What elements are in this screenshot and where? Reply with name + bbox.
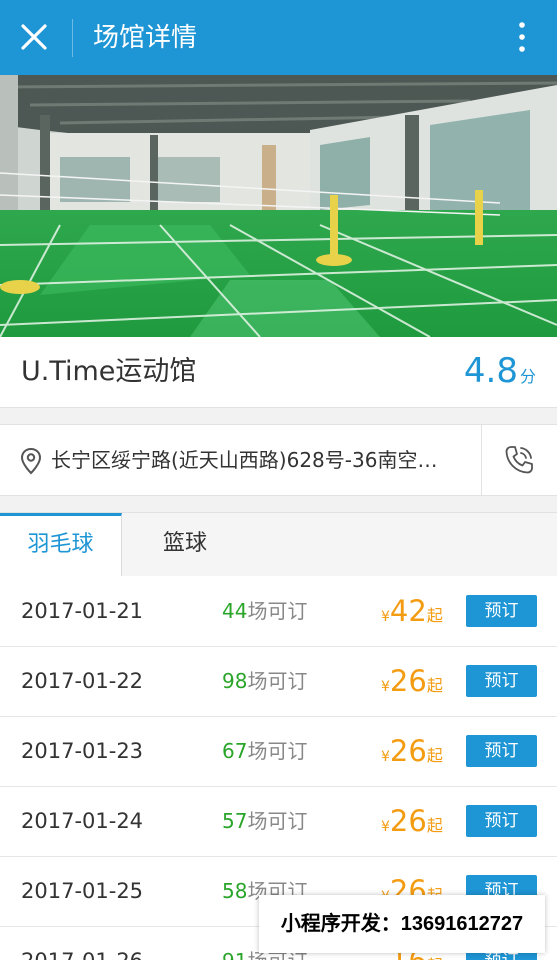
currency-symbol: ¥ [381,819,390,835]
price-amount: 26 [389,804,427,838]
available-count: 44 [222,599,248,623]
available-count: 67 [222,739,248,763]
sport-tabs: 羽毛球 篮球 [0,512,557,580]
book-button[interactable]: 预订 [466,735,537,767]
currency-symbol: ¥ [381,609,390,625]
slot-availability: 57场可订 [222,804,307,838]
slot-availability: 67场可订 [222,734,307,768]
promo-banner: 小程序开发：13691612727 [259,895,545,953]
available-suffix: 场可订 [247,599,308,623]
call-button[interactable] [482,425,557,495]
close-icon[interactable] [14,17,54,57]
tab-badminton[interactable]: 羽毛球 [0,513,122,580]
price-suffix: 起 [427,956,443,960]
price-suffix: 起 [426,816,443,835]
venue-photo [0,75,557,337]
available-suffix: 场可订 [247,809,308,833]
book-button[interactable]: 预订 [466,595,537,627]
slot-date: 2017-01-22 [21,669,144,693]
venue-rating: 4.8 分 [464,351,536,397]
book-button[interactable]: 预订 [466,805,537,837]
currency-symbol: ¥ [381,749,390,765]
slot-price: ¥42起 [381,588,443,640]
slot-availability: 98场可订 [222,664,307,698]
available-count: 98 [222,669,248,693]
list-item[interactable]: 2017-01-22 98场可订 ¥26起 预订 [0,646,557,717]
list-item[interactable]: 2017-01-24 57场可订 ¥26起 预订 [0,786,557,857]
available-count: 57 [222,809,248,833]
top-bar: 场馆详情 [0,0,557,75]
slot-date: 2017-01-21 [21,599,144,623]
list-item[interactable]: 2017-01-21 44场可订 ¥42起 预订 [0,576,557,647]
price-suffix: 起 [426,676,443,695]
slot-date: 2017-01-26 [21,944,143,960]
available-count: 58 [222,879,248,903]
slot-price: ¥26起 [381,798,443,850]
venue-name: U.Time运动馆 [21,356,197,387]
price-suffix: 起 [426,606,443,625]
venue-header: U.Time运动馆 4.8 分 [0,337,557,408]
slot-price: ¥26起 [381,728,443,780]
price-amount: 26 [389,734,427,768]
slot-date: 2017-01-23 [21,739,144,763]
more-vertical-icon[interactable] [507,18,537,58]
rating-value: 4.8 [463,351,518,391]
page-title: 场馆详情 [93,23,198,53]
slot-date: 2017-01-25 [21,879,144,903]
slot-availability: 44场可订 [222,594,307,628]
location-pin-icon [20,447,42,475]
available-suffix: 场可订 [247,669,308,693]
slot-price: ¥26起 [381,658,443,710]
tab-basketball[interactable]: 篮球 [122,513,248,577]
address-row: 长宁区绥宁路(近天山西路)628号-36南空… [0,424,557,496]
venue-address[interactable]: 长宁区绥宁路(近天山西路)628号-36南空… [51,443,469,477]
price-amount: 42 [389,594,427,628]
list-item[interactable]: 2017-01-23 67场可订 ¥26起 预订 [0,716,557,787]
price-suffix: 起 [426,746,443,765]
header-divider [72,19,73,57]
available-count: 91 [222,949,247,960]
slot-date: 2017-01-24 [21,809,144,833]
book-button[interactable]: 预订 [466,665,537,697]
price-amount: 26 [389,664,427,698]
rating-unit: 分 [519,367,536,386]
phone-icon [505,446,533,474]
currency-symbol: ¥ [381,679,390,695]
available-suffix: 场可订 [247,739,308,763]
